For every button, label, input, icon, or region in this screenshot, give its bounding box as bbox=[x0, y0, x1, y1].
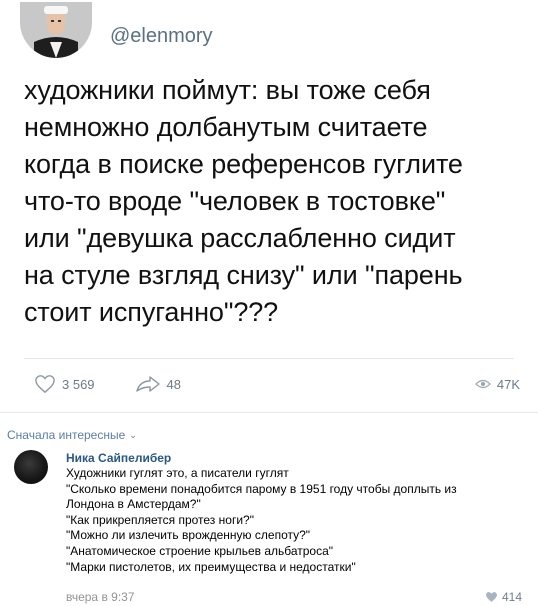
tweet-header: @elenmory bbox=[20, 2, 213, 58]
comment-avatar[interactable] bbox=[14, 450, 48, 484]
tweet-text-line: когда в поиске референсов гуглите bbox=[24, 149, 463, 179]
eye-icon bbox=[475, 379, 491, 389]
comment-text-line: Лондона в Амстердам?" bbox=[66, 497, 201, 512]
like-count: 3 569 bbox=[62, 376, 95, 392]
share-button[interactable]: 48 bbox=[135, 375, 181, 393]
sort-label: Сначала интересные bbox=[7, 428, 126, 442]
share-count: 48 bbox=[166, 376, 182, 392]
comment-time[interactable]: вчера в 9:37 bbox=[66, 590, 135, 604]
comment-text-line: "Как прикрепляется протез ноги?" bbox=[66, 512, 254, 527]
heart-filled-icon bbox=[486, 592, 497, 602]
comment-text-line: "Анатомическое строение крыльев альбатро… bbox=[66, 543, 334, 558]
comments-sort-dropdown[interactable]: Сначала интересные ⌄ bbox=[7, 428, 137, 442]
tweet-text-line: стоит испуганно"??? bbox=[24, 297, 279, 327]
views-counter: 47K bbox=[475, 377, 520, 392]
like-button[interactable]: 3 569 bbox=[34, 374, 95, 394]
chevron-down-icon: ⌄ bbox=[129, 429, 137, 440]
comments-divider bbox=[0, 412, 538, 413]
comment-text-line: "Марки пистолетов, их преимущества и нед… bbox=[66, 559, 356, 574]
tweet-actions: 3 569 48 47K bbox=[34, 372, 520, 396]
comment-like-button[interactable]: 414 bbox=[485, 590, 522, 604]
comment-text-line: "Можно ли излечить врожденную слепоту?" bbox=[66, 528, 311, 543]
tweet-text-line: на стуле взгляд снизу" или "парень bbox=[24, 260, 463, 290]
tweet-divider bbox=[24, 358, 514, 359]
views-count: 47K bbox=[496, 376, 520, 392]
tweet-text-line: художники поймут: вы тоже себя bbox=[24, 75, 431, 105]
tweet-text-line: что-то вроде "человек в тостовке" bbox=[24, 186, 446, 216]
tweet-text: художники поймут: вы тоже себя немножно … bbox=[24, 72, 524, 331]
share-arrow-icon bbox=[135, 376, 160, 392]
comment-text-line: Художники гуглят это, а писатели гуглят bbox=[66, 466, 289, 480]
comment-like-count: 414 bbox=[501, 590, 522, 604]
tweet-handle[interactable]: @elenmory bbox=[110, 25, 213, 48]
tweet-avatar[interactable] bbox=[20, 2, 92, 58]
comment-body: Ника Сайпелибер Художники гуглят это, а … bbox=[66, 450, 516, 575]
tweet-text-line: или "девушка расслабленно сидит bbox=[24, 223, 456, 253]
comment-text-line: "Сколько времени понадобится парому в 19… bbox=[66, 481, 457, 496]
comment-footer: вчера в 9:37 414 bbox=[66, 590, 522, 604]
tweet-text-line: немножно долбанутым считаете bbox=[24, 112, 428, 142]
heart-outline-icon bbox=[35, 375, 55, 394]
comment-author[interactable]: Ника Сайпелибер bbox=[66, 450, 516, 466]
